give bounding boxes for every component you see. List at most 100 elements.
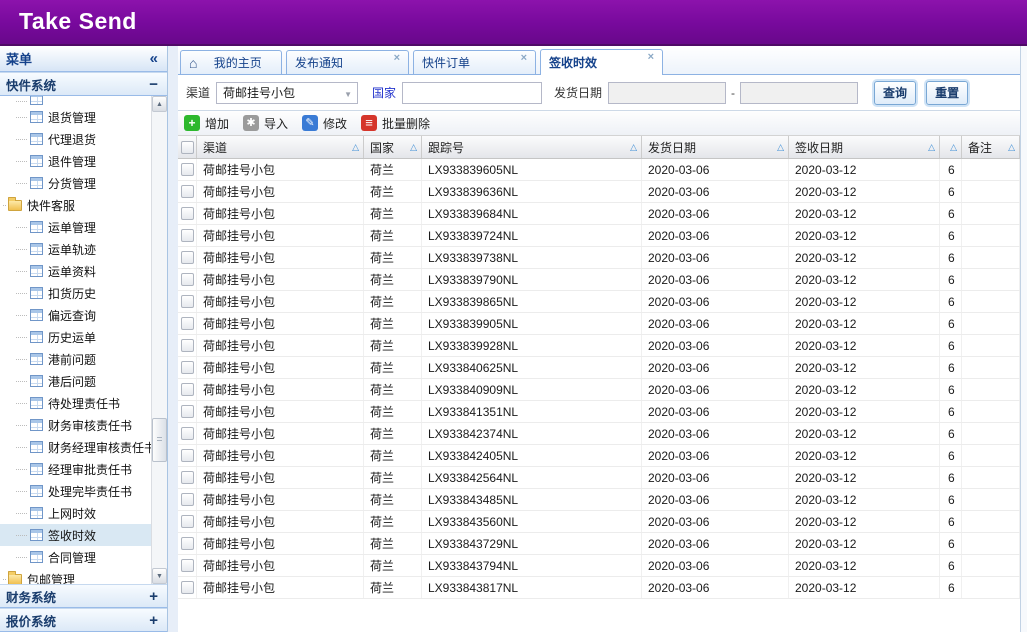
tab-my-home[interactable]: ⌂ 我的主页: [180, 50, 282, 74]
tab-sign-time[interactable]: 签收时效 ×: [540, 49, 663, 75]
row-checkbox-cell[interactable]: [178, 379, 197, 400]
row-checkbox[interactable]: [181, 559, 194, 572]
expand-section-icon[interactable]: +: [149, 588, 158, 605]
table-row[interactable]: 荷邮挂号小包 荷兰 LX933843485NL 2020-03-06 2020-…: [178, 489, 1020, 511]
header-checkbox-cell[interactable]: [178, 136, 197, 158]
row-checkbox-cell[interactable]: [178, 313, 197, 334]
row-checkbox-cell[interactable]: [178, 511, 197, 532]
add-button[interactable]: + 增加: [184, 115, 229, 132]
row-checkbox-cell[interactable]: [178, 577, 197, 598]
table-row[interactable]: 荷邮挂号小包 荷兰 LX933843729NL 2020-03-06 2020-…: [178, 533, 1020, 555]
row-checkbox-cell[interactable]: [178, 203, 197, 224]
tree-item[interactable]: 合同管理: [0, 546, 151, 568]
row-checkbox[interactable]: [181, 317, 194, 330]
select-all-checkbox[interactable]: [181, 141, 194, 154]
row-checkbox[interactable]: [181, 339, 194, 352]
scroll-down-icon[interactable]: ▼: [152, 568, 167, 584]
table-row[interactable]: 荷邮挂号小包 荷兰 LX933842564NL 2020-03-06 2020-…: [178, 467, 1020, 489]
row-checkbox[interactable]: [181, 273, 194, 286]
table-row[interactable]: 荷邮挂号小包 荷兰 LX933839790NL 2020-03-06 2020-…: [178, 269, 1020, 291]
sidebar-scrollbar[interactable]: ▲ ▼: [151, 96, 167, 584]
right-scroll-strip[interactable]: [1020, 46, 1027, 632]
batch-delete-button[interactable]: ≡ 批量删除: [361, 115, 430, 132]
row-checkbox-cell[interactable]: [178, 159, 197, 180]
accordion-section-express[interactable]: 快件系统 −: [0, 72, 167, 96]
tree-item[interactable]: 退货管理: [0, 106, 151, 128]
scrollbar-thumb[interactable]: [152, 418, 167, 462]
tree-item[interactable]: 待处理责任书: [0, 392, 151, 414]
expand-section-icon[interactable]: +: [149, 612, 158, 629]
tree-item[interactable]: 退件管理: [0, 150, 151, 172]
tab-express-order[interactable]: 快件订单 ×: [413, 50, 536, 74]
row-checkbox[interactable]: [181, 471, 194, 484]
scroll-up-icon[interactable]: ▲: [152, 96, 167, 112]
row-checkbox-cell[interactable]: [178, 423, 197, 444]
row-checkbox-cell[interactable]: [178, 247, 197, 268]
row-checkbox[interactable]: [181, 449, 194, 462]
row-checkbox[interactable]: [181, 515, 194, 528]
row-checkbox-cell[interactable]: [178, 401, 197, 422]
tree-item[interactable]: 处理完毕责任书: [0, 480, 151, 502]
close-icon[interactable]: ×: [521, 53, 527, 64]
header-ship-date[interactable]: 发货日期 △: [642, 136, 789, 158]
accordion-section-finance[interactable]: 财务系统 +: [0, 584, 167, 608]
tree-item[interactable]: 运单资料: [0, 260, 151, 282]
table-row[interactable]: 荷邮挂号小包 荷兰 LX933842374NL 2020-03-06 2020-…: [178, 423, 1020, 445]
tree-item[interactable]: 包邮管理: [0, 568, 151, 584]
tree-item[interactable]: 偏远查询: [0, 304, 151, 326]
tree-item[interactable]: 分货管理: [0, 172, 151, 194]
table-row[interactable]: 荷邮挂号小包 荷兰 LX933839605NL 2020-03-06 2020-…: [178, 159, 1020, 181]
accordion-section-quotation[interactable]: 报价系统 +: [0, 608, 167, 632]
import-button[interactable]: ✱ 导入: [243, 115, 288, 132]
tree-item[interactable]: 港后问题: [0, 370, 151, 392]
row-checkbox-cell[interactable]: [178, 335, 197, 356]
header-tracking[interactable]: 跟踪号 △: [422, 136, 642, 158]
header-days[interactable]: △: [940, 136, 962, 158]
country-input[interactable]: [402, 82, 542, 104]
row-checkbox[interactable]: [181, 229, 194, 242]
tree-item[interactable]: 经理审批责任书: [0, 458, 151, 480]
collapse-section-icon[interactable]: −: [149, 76, 158, 93]
row-checkbox[interactable]: [181, 405, 194, 418]
row-checkbox-cell[interactable]: [178, 181, 197, 202]
header-remark[interactable]: 备注 △: [962, 136, 1020, 158]
row-checkbox[interactable]: [181, 251, 194, 264]
edit-button[interactable]: ✎ 修改: [302, 115, 347, 132]
header-sign-date[interactable]: 签收日期 △: [789, 136, 940, 158]
table-row[interactable]: 荷邮挂号小包 荷兰 LX933843560NL 2020-03-06 2020-…: [178, 511, 1020, 533]
row-checkbox[interactable]: [181, 383, 194, 396]
row-checkbox[interactable]: [181, 493, 194, 506]
tree-item[interactable]: 上网时效: [0, 502, 151, 524]
tree-item[interactable]: 历史运单: [0, 326, 151, 348]
table-row[interactable]: 荷邮挂号小包 荷兰 LX933843817NL 2020-03-06 2020-…: [178, 577, 1020, 599]
close-icon[interactable]: ×: [394, 53, 400, 64]
row-checkbox[interactable]: [181, 361, 194, 374]
tree-item[interactable]: 代理退货: [0, 128, 151, 150]
row-checkbox-cell[interactable]: [178, 357, 197, 378]
table-row[interactable]: 荷邮挂号小包 荷兰 LX933840909NL 2020-03-06 2020-…: [178, 379, 1020, 401]
row-checkbox[interactable]: [181, 427, 194, 440]
row-checkbox-cell[interactable]: [178, 533, 197, 554]
table-row[interactable]: 荷邮挂号小包 荷兰 LX933840625NL 2020-03-06 2020-…: [178, 357, 1020, 379]
table-row[interactable]: 荷邮挂号小包 荷兰 LX933839928NL 2020-03-06 2020-…: [178, 335, 1020, 357]
table-row[interactable]: 荷邮挂号小包 荷兰 LX933842405NL 2020-03-06 2020-…: [178, 445, 1020, 467]
table-row[interactable]: 荷邮挂号小包 荷兰 LX933839684NL 2020-03-06 2020-…: [178, 203, 1020, 225]
header-channel[interactable]: 渠道 △: [197, 136, 364, 158]
tree-item[interactable]: 扣货历史: [0, 282, 151, 304]
table-row[interactable]: 荷邮挂号小包 荷兰 LX933843794NL 2020-03-06 2020-…: [178, 555, 1020, 577]
tree-item[interactable]: 签收时效: [0, 524, 151, 546]
table-row[interactable]: 荷邮挂号小包 荷兰 LX933839905NL 2020-03-06 2020-…: [178, 313, 1020, 335]
row-checkbox[interactable]: [181, 537, 194, 550]
row-checkbox[interactable]: [181, 185, 194, 198]
date-from-input[interactable]: [608, 82, 726, 104]
table-row[interactable]: 荷邮挂号小包 荷兰 LX933841351NL 2020-03-06 2020-…: [178, 401, 1020, 423]
row-checkbox-cell[interactable]: [178, 445, 197, 466]
search-button[interactable]: 查询: [874, 81, 916, 105]
row-checkbox-cell[interactable]: [178, 489, 197, 510]
date-to-input[interactable]: [740, 82, 858, 104]
row-checkbox-cell[interactable]: [178, 291, 197, 312]
row-checkbox-cell[interactable]: [178, 555, 197, 576]
chevron-down-icon[interactable]: ▼: [344, 90, 352, 99]
channel-select[interactable]: 荷邮挂号小包 ▼: [216, 82, 358, 104]
close-icon[interactable]: ×: [648, 52, 654, 63]
